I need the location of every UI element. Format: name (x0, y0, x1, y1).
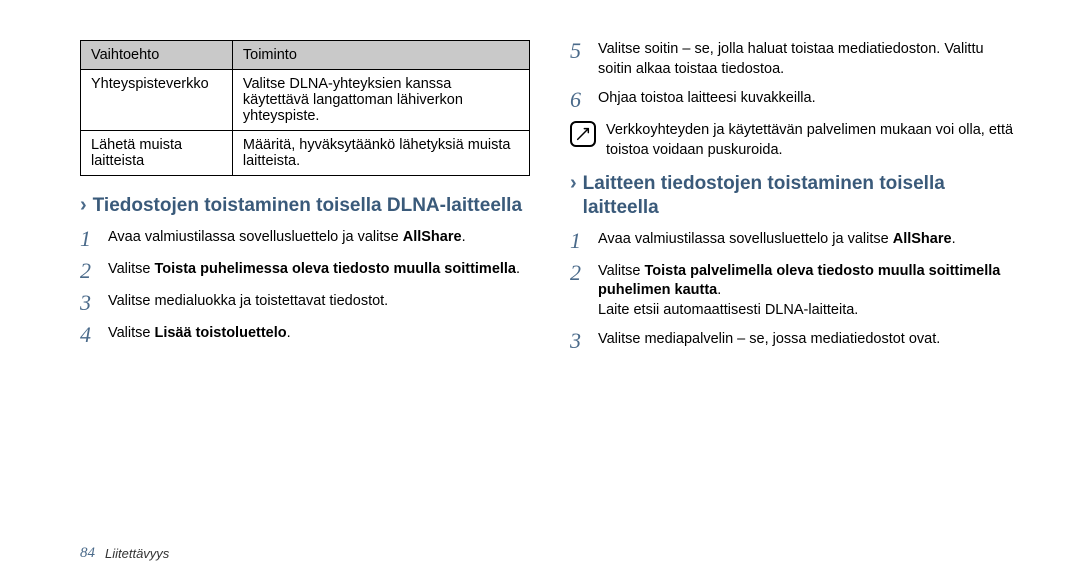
step-item: 2Valitse Toista puhelimessa oleva tiedos… (80, 260, 530, 282)
steps-right: 1Avaa valmiustilassa sovellusluettelo ja… (570, 230, 1020, 353)
th-function: Toiminto (232, 41, 529, 70)
th-option: Vaihtoehto (81, 41, 233, 70)
section-heading-right: › Laitteen tiedostojen toistaminen toise… (570, 172, 1020, 220)
note: Verkkoyhteyden ja käytettävän palvelimen… (570, 121, 1020, 160)
footer-section: Liitettävyys (105, 546, 169, 561)
step-item: 4Valitse Lisää toistoluettelo. (80, 324, 530, 346)
step-item: 2Valitse Toista palvelimella oleva tiedo… (570, 262, 1020, 321)
note-text: Verkkoyhteyden ja käytettävän palvelimen… (606, 121, 1020, 160)
step-item: 1Avaa valmiustilassa sovellusluettelo ja… (570, 230, 1020, 252)
step-item: 3Valitse medialuokka ja toistettavat tie… (80, 292, 530, 314)
chevron-icon: › (570, 173, 577, 193)
steps-left: 1Avaa valmiustilassa sovellusluettelo ja… (80, 228, 530, 346)
table-row: Lähetä muista laitteista Määritä, hyväks… (81, 131, 530, 176)
section-heading-left: › Tiedostojen toistaminen toisella DLNA-… (80, 194, 530, 218)
steps-right-top: 5Valitse soitin – se, jolla haluat toist… (570, 40, 1020, 111)
footer: 84 Liitettävyys (80, 545, 169, 562)
step-item: 1Avaa valmiustilassa sovellusluettelo ja… (80, 228, 530, 250)
step-item: 5Valitse soitin – se, jolla haluat toist… (570, 40, 1020, 79)
note-icon (570, 121, 596, 147)
step-item: 6Ohjaa toistoa laitteesi kuvakkeilla. (570, 89, 1020, 111)
chevron-icon: › (80, 195, 87, 215)
step-item: 3Valitse mediapalvelin – se, jossa media… (570, 330, 1020, 352)
options-table: Vaihtoehto Toiminto Yhteyspisteverkko Va… (80, 40, 530, 176)
page-number: 84 (80, 545, 95, 562)
table-row: Yhteyspisteverkko Valitse DLNA-yhteyksie… (81, 70, 530, 131)
